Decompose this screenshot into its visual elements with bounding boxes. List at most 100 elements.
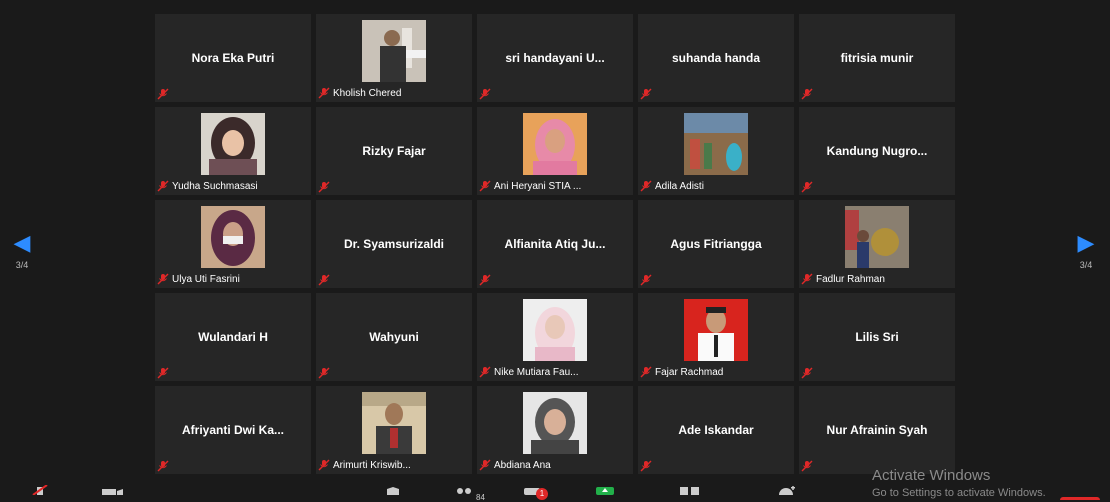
participant-name: Yudha Suchmasasi xyxy=(172,180,258,192)
muted-mic-icon xyxy=(157,180,169,192)
participant-tile[interactable]: suhanda handa xyxy=(638,14,794,102)
participant-caption: Nike Mutiara Fau... xyxy=(479,365,578,379)
participant-tile[interactable]: Wahyuni xyxy=(316,293,472,381)
participant-tile[interactable]: Dr. Syamsurizaldi xyxy=(316,200,472,288)
record-icon xyxy=(680,487,699,495)
participant-tile[interactable]: sri handayani U... xyxy=(477,14,633,102)
muted-mic-icon xyxy=(157,366,169,379)
participant-name: Fadlur Rahman xyxy=(816,273,885,285)
muted-mic-icon xyxy=(479,87,491,100)
participant-name: Ade Iskandar xyxy=(678,423,754,437)
participant-tile[interactable]: Yudha Suchmasasi xyxy=(155,107,311,195)
participant-caption: Fajar Rachmad xyxy=(640,365,723,379)
security-button[interactable] xyxy=(386,482,400,500)
participant-video xyxy=(523,113,587,175)
participant-tile[interactable]: Abdiana Ana xyxy=(477,386,633,474)
chevron-right-icon: ▶ xyxy=(1077,230,1095,255)
participants-count: 84 xyxy=(476,493,485,502)
participant-tile[interactable]: Afriyanti Dwi Ka... xyxy=(155,386,311,474)
share-screen-button[interactable] xyxy=(596,482,614,500)
emoji-plus-icon xyxy=(779,486,795,502)
muted-mic-icon xyxy=(640,273,652,286)
participant-name: Wahyuni xyxy=(369,330,419,344)
participant-video xyxy=(362,20,426,82)
participant-video xyxy=(362,392,426,454)
participant-tile[interactable]: Adila Adisti xyxy=(638,107,794,195)
shield-icon xyxy=(387,487,399,495)
record-button[interactable] xyxy=(680,482,700,500)
participant-caption: Ulya Uti Fasrini xyxy=(157,272,240,286)
chevron-left-icon: ◀ xyxy=(13,230,31,255)
participant-tile[interactable]: Nora Eka Putri xyxy=(155,14,311,102)
participant-name: Dr. Syamsurizaldi xyxy=(343,237,445,251)
muted-mic-icon xyxy=(479,273,491,286)
participants-button[interactable] xyxy=(454,482,474,500)
participant-name: sri handayani U... xyxy=(505,51,605,65)
participant-video xyxy=(684,299,748,361)
participant-name: Arimurti Kriswib... xyxy=(333,459,411,471)
video-button[interactable] xyxy=(102,482,124,500)
participant-video xyxy=(523,299,587,361)
participant-tile[interactable]: Nur Afrainin Syah xyxy=(799,386,955,474)
participant-tile[interactable]: Kholish Chered xyxy=(316,14,472,102)
participant-video xyxy=(684,113,748,175)
participant-tile[interactable]: Alfianita Atiq Ju... xyxy=(477,200,633,288)
participant-tile[interactable]: Fadlur Rahman xyxy=(799,200,955,288)
participant-tile[interactable]: Ani Heryani STIA ... xyxy=(477,107,633,195)
participant-name: Lilis Sri xyxy=(855,330,899,344)
participant-video xyxy=(201,206,265,268)
muted-mic-icon xyxy=(801,366,813,379)
participant-name: Ulya Uti Fasrini xyxy=(172,273,240,285)
participant-name: Nur Afrainin Syah xyxy=(826,423,928,437)
participant-name: Abdiana Ana xyxy=(494,459,551,471)
reactions-button[interactable] xyxy=(778,482,796,502)
participant-tile[interactable]: Wulandari H xyxy=(155,293,311,381)
participant-tile[interactable]: Agus Fitriangga xyxy=(638,200,794,288)
participant-tile[interactable]: fitrisia munir xyxy=(799,14,955,102)
participant-tile[interactable]: Rizky Fajar xyxy=(316,107,472,195)
page-indicator: 3/4 xyxy=(15,260,29,270)
participant-name: Adila Adisti xyxy=(655,180,704,192)
muted-mic-icon xyxy=(640,180,652,192)
participant-caption: Ani Heryani STIA ... xyxy=(479,179,581,193)
participant-tile[interactable]: Arimurti Kriswib... xyxy=(316,386,472,474)
participant-video xyxy=(201,113,265,175)
muted-mic-icon xyxy=(801,459,813,472)
page-indicator: 3/4 xyxy=(1079,260,1093,270)
participant-name: suhanda handa xyxy=(671,51,760,65)
participant-name: Rizky Fajar xyxy=(362,144,426,158)
muted-mic-icon xyxy=(157,87,169,100)
mute-button[interactable] xyxy=(30,482,50,500)
muted-mic-icon xyxy=(318,180,330,193)
activate-windows-watermark: Activate Windows Go to Settings to activ… xyxy=(872,467,1046,499)
watermark-title: Activate Windows xyxy=(872,467,991,484)
participant-video xyxy=(523,392,587,454)
participant-tile[interactable]: Nike Mutiara Fau... xyxy=(477,293,633,381)
muted-mic-icon xyxy=(479,180,491,192)
muted-mic-icon xyxy=(801,273,813,285)
participant-name: Kandung Nugro... xyxy=(826,144,928,158)
participant-name: Fajar Rachmad xyxy=(655,366,724,378)
participant-name: Nora Eka Putri xyxy=(191,51,275,65)
muted-mic-icon xyxy=(157,273,169,285)
participant-name: Alfianita Atiq Ju... xyxy=(504,237,606,251)
participant-caption: Yudha Suchmasasi xyxy=(157,179,258,193)
participant-caption: Arimurti Kriswib... xyxy=(318,458,411,472)
watermark-subtitle: Go to Settings to activate Windows. xyxy=(872,487,1046,499)
previous-page-button[interactable]: ◀ 3/4 xyxy=(2,228,42,288)
participant-caption: Adila Adisti xyxy=(640,179,704,193)
muted-mic-icon xyxy=(801,87,813,100)
participant-name: Wulandari H xyxy=(198,330,268,344)
participant-video xyxy=(845,206,909,268)
participant-name: Ani Heryani STIA ... xyxy=(494,180,582,192)
participant-tile[interactable]: Fajar Rachmad xyxy=(638,293,794,381)
participant-tile[interactable]: Ulya Uti Fasrini xyxy=(155,200,311,288)
muted-mic-icon xyxy=(479,459,491,471)
participant-tile[interactable]: Lilis Sri xyxy=(799,293,955,381)
next-page-button[interactable]: ▶ 3/4 xyxy=(1066,228,1106,288)
muted-mic-icon xyxy=(157,459,169,472)
muted-mic-icon xyxy=(479,366,491,378)
participant-tile[interactable]: Kandung Nugro... xyxy=(799,107,955,195)
participant-tile[interactable]: Ade Iskandar xyxy=(638,386,794,474)
muted-mic-icon xyxy=(318,366,330,379)
